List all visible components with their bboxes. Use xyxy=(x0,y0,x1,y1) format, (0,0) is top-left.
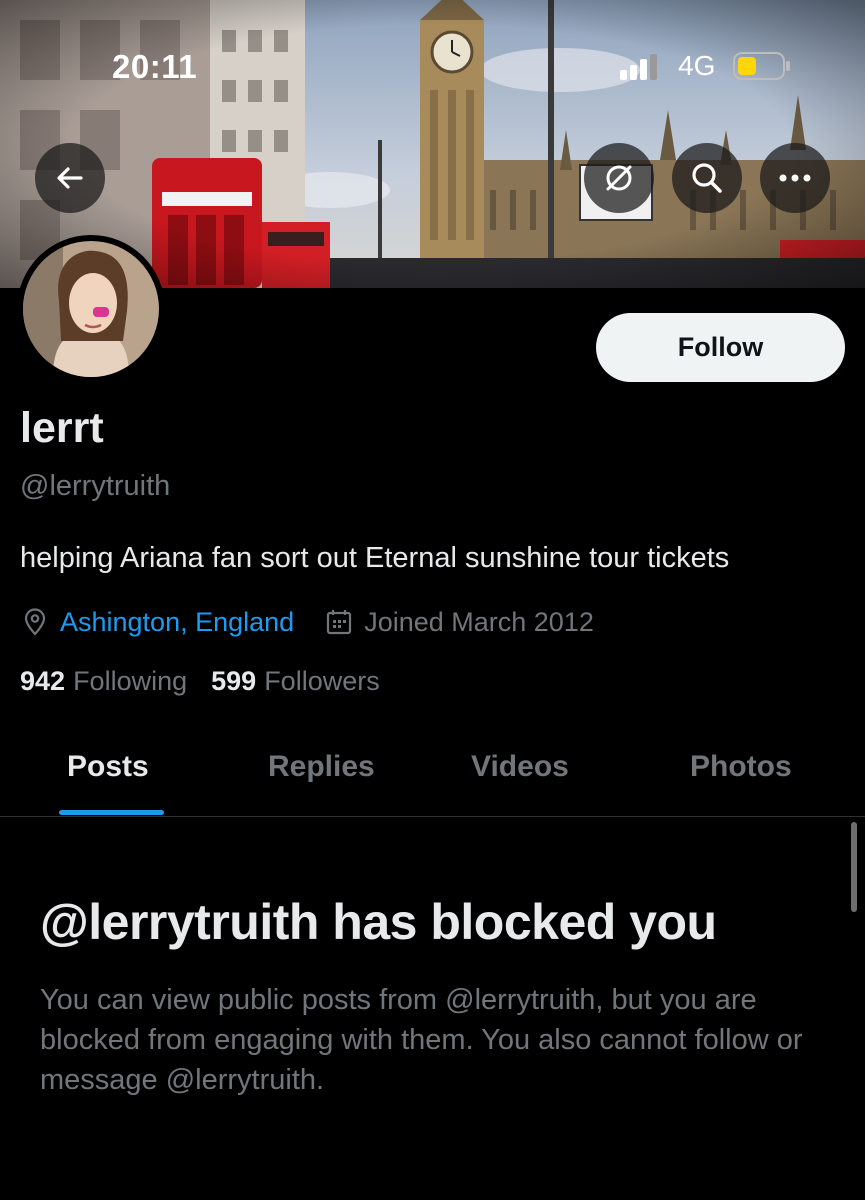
profile-bio: helping Ariana fan sort out Eternal suns… xyxy=(20,542,730,574)
followers-label: Followers xyxy=(264,666,380,696)
scrollbar[interactable] xyxy=(851,822,857,912)
back-button[interactable] xyxy=(35,143,105,213)
blocked-description: You can view public posts from @lerrytru… xyxy=(40,984,803,1096)
tab-photos[interactable]: Photos xyxy=(690,750,792,784)
follow-button[interactable]: Follow xyxy=(596,313,845,382)
more-icon xyxy=(779,174,811,182)
search-button[interactable] xyxy=(672,143,742,213)
active-tab-indicator xyxy=(59,810,164,815)
follow-stats: 942 Following 599 Followers xyxy=(20,666,404,697)
tab-replies[interactable]: Replies xyxy=(268,750,375,784)
location-pin-icon xyxy=(24,608,46,636)
blocked-title: @lerrytruith has blocked you xyxy=(40,894,717,950)
avatar-image xyxy=(23,241,159,377)
translate-button[interactable] xyxy=(584,143,654,213)
joined-date: Joined March 2012 xyxy=(364,606,594,637)
following-link[interactable]: 942 Following xyxy=(20,666,211,697)
location-link[interactable]: Ashington, England xyxy=(60,607,294,638)
following-count: 942 xyxy=(20,666,66,696)
followers-count: 599 xyxy=(211,666,257,696)
followers-link[interactable]: 599 Followers xyxy=(211,666,404,697)
user-handle: @lerrytruith xyxy=(20,470,171,502)
calendar-icon xyxy=(327,610,352,635)
tab-posts[interactable]: Posts xyxy=(67,750,149,784)
profile-tabs: Posts Replies Videos Photos xyxy=(0,730,865,817)
network-label: 4G xyxy=(678,50,716,81)
battery-icon xyxy=(733,52,790,80)
signal-icon xyxy=(620,54,657,80)
avatar[interactable] xyxy=(17,235,165,383)
circle-slash-icon xyxy=(606,165,632,191)
status-bar: 20:11 4G xyxy=(0,44,865,88)
display-name: lerrt xyxy=(20,404,104,452)
status-time: 20:11 xyxy=(112,48,198,85)
arrow-left-icon xyxy=(57,167,83,189)
following-label: Following xyxy=(73,666,188,696)
search-icon xyxy=(692,163,722,193)
more-button[interactable] xyxy=(760,143,830,213)
profile-meta: Ashington, England Joined March 2012 xyxy=(20,604,594,640)
tab-videos[interactable]: Videos xyxy=(471,750,569,784)
